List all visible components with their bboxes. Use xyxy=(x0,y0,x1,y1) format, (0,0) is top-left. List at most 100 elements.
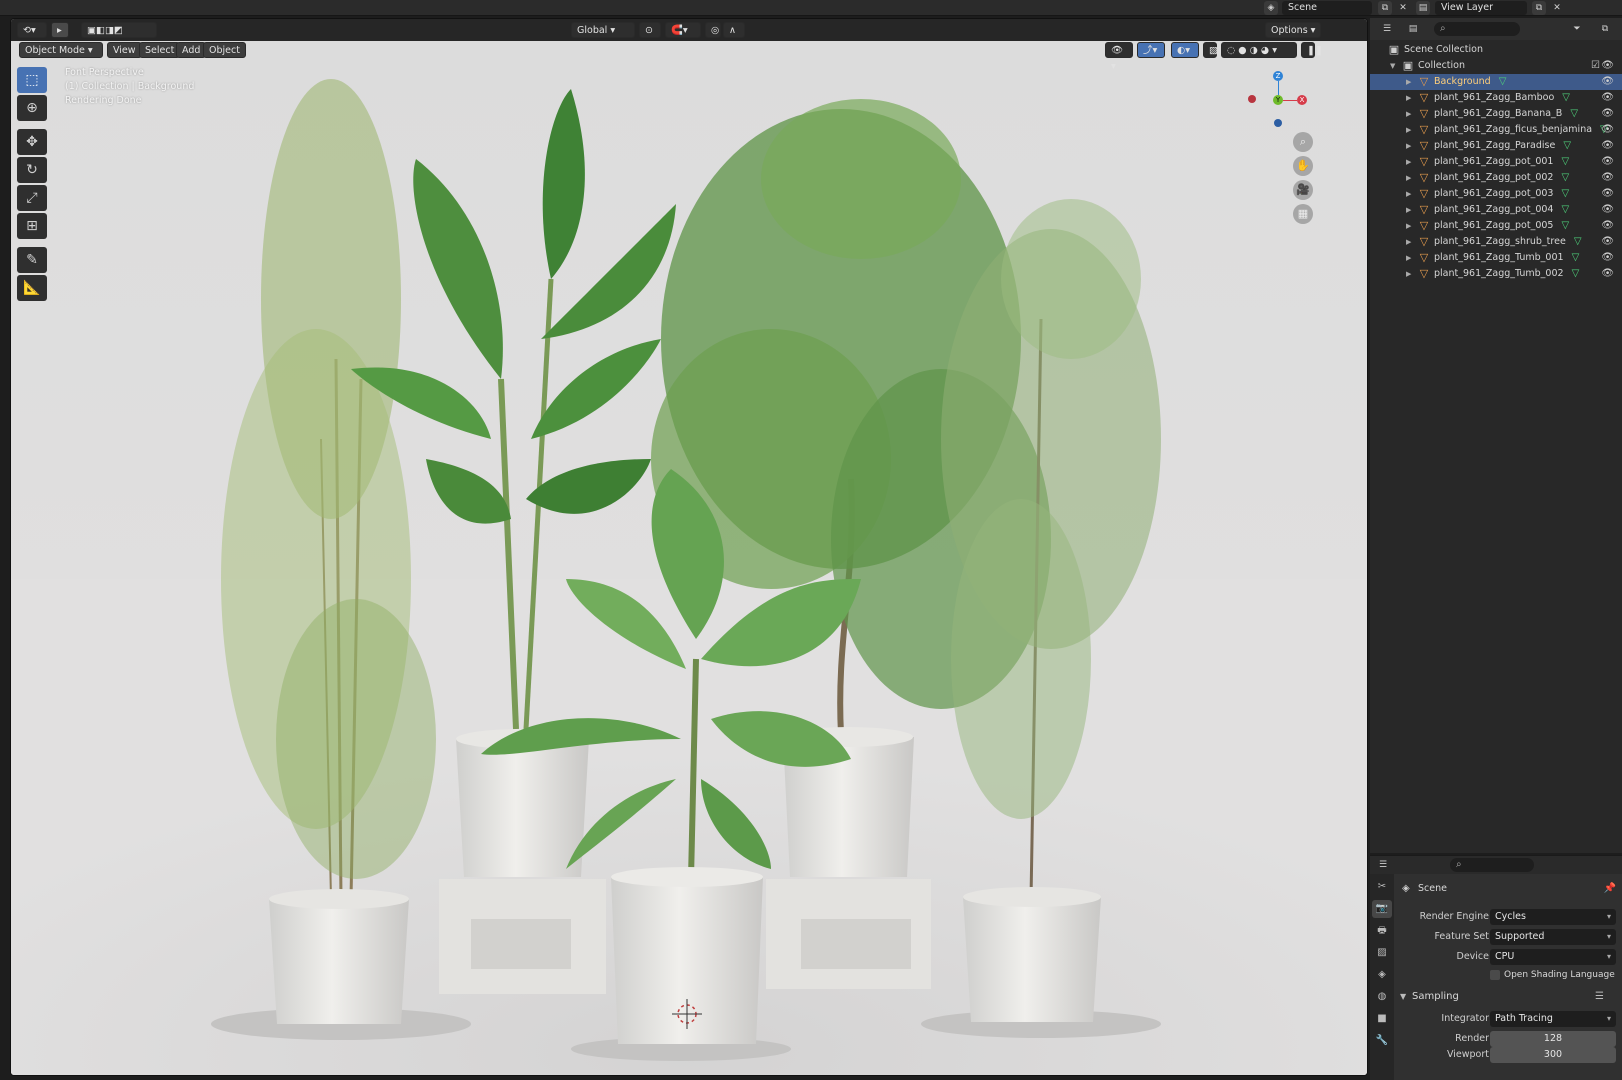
outliner-item[interactable]: ▶ ▽ plant_961_Zagg_Banana_B ▽ 👁 xyxy=(1370,106,1622,122)
3d-viewport[interactable]: ⟲▾ ▸ ▣◧◨◩ Global ▾ ⊙ 🧲▾ ◎ ∧ Options ▾ Ob… xyxy=(10,18,1368,1076)
outliner-search-input[interactable]: ⌕ xyxy=(1434,22,1520,36)
outliner-item[interactable]: ▶ ▽ plant_961_Zagg_pot_002 ▽ 👁 xyxy=(1370,170,1622,186)
visibility-eye-icon[interactable]: 👁 xyxy=(1601,90,1614,106)
pause-render-icon[interactable]: ❚❚ xyxy=(1301,42,1323,58)
rotate-tool-icon[interactable]: ↻ xyxy=(17,157,47,183)
zoom-icon[interactable]: ⌕ xyxy=(1293,132,1313,152)
visibility-eye-icon[interactable]: 👁 xyxy=(1601,170,1614,186)
snap-icon[interactable]: 🧲▾ xyxy=(665,22,701,38)
visibility-eye-icon[interactable]: 👁 xyxy=(1601,122,1614,138)
render-samples-field[interactable]: 128 xyxy=(1490,1031,1616,1047)
expand-arrow-icon[interactable]: ▶ xyxy=(1406,122,1414,138)
world-tab-icon[interactable]: ◍ xyxy=(1372,988,1392,1006)
mesh-data-icon[interactable]: ▽ xyxy=(1561,186,1569,202)
outliner-editor-icon[interactable]: ☰ xyxy=(1380,22,1394,36)
visibility-eye-icon[interactable]: 👁 xyxy=(1601,106,1614,122)
outliner-item[interactable]: ▶ ▽ plant_961_Zagg_shrub_tree ▽ 👁 xyxy=(1370,234,1622,250)
visibility-eye-icon[interactable]: 👁 xyxy=(1601,154,1614,170)
expand-arrow-icon[interactable]: ▶ xyxy=(1406,202,1414,218)
outliner-item[interactable]: ▶ ▽ Background ▽ 👁 xyxy=(1370,74,1622,90)
mesh-data-icon[interactable]: ▽ xyxy=(1572,250,1580,266)
outliner-item[interactable]: ▶ ▽ plant_961_Zagg_pot_003 ▽ 👁 xyxy=(1370,186,1622,202)
mesh-data-icon[interactable]: ▽ xyxy=(1561,170,1569,186)
scene-icon[interactable]: ◈ xyxy=(1264,1,1278,15)
render-engine-select[interactable]: Cycles ▾ xyxy=(1490,909,1616,925)
expand-arrow-icon[interactable]: ▶ xyxy=(1406,250,1414,266)
visibility-eye-icon[interactable]: 👁 xyxy=(1601,218,1614,234)
selection-mode-buttons[interactable]: ▣◧◨◩ xyxy=(81,22,157,38)
proportional-edit-icon[interactable]: ◎ xyxy=(705,22,721,38)
select-box-tool-icon[interactable]: ⬚ xyxy=(17,67,47,93)
mesh-data-icon[interactable]: ▽ xyxy=(1561,154,1569,170)
mesh-data-icon[interactable]: ▽ xyxy=(1563,138,1571,154)
move-tool-icon[interactable]: ✥ xyxy=(17,129,47,155)
select-box-icon[interactable]: ▸ xyxy=(51,22,69,38)
integrator-select[interactable]: Path Tracing ▾ xyxy=(1490,1011,1616,1027)
camera-view-icon[interactable]: 🎥 xyxy=(1293,180,1313,200)
delete-view-layer-icon[interactable]: ✕ xyxy=(1550,1,1564,15)
menu-view[interactable]: View xyxy=(107,42,142,58)
delete-scene-icon[interactable]: ✕ xyxy=(1396,1,1410,15)
transform-orientation-select[interactable]: Global ▾ xyxy=(571,22,635,38)
expand-arrow-icon[interactable]: ▶ xyxy=(1406,186,1414,202)
expand-arrow-icon[interactable]: ▶ xyxy=(1406,138,1414,154)
new-collection-icon[interactable]: ⧉ xyxy=(1598,22,1612,36)
mesh-data-icon[interactable]: ▽ xyxy=(1574,234,1582,250)
pan-hand-icon[interactable]: ✋ xyxy=(1293,156,1313,176)
visibility-eye-icon[interactable]: 👁 xyxy=(1601,202,1614,218)
expand-arrow-icon[interactable]: ▶ xyxy=(1406,266,1414,282)
pin-icon[interactable]: 📌 xyxy=(1604,880,1616,898)
mesh-data-icon[interactable]: ▽ xyxy=(1570,106,1578,122)
outliner-item[interactable]: ▶ ▽ plant_961_Zagg_ficus_benjamina ▽ 👁 xyxy=(1370,122,1622,138)
filter-icon[interactable]: ⏷ xyxy=(1570,22,1584,36)
visibility-eye-icon[interactable]: 👁 xyxy=(1601,266,1614,282)
overlay-toggle-icon[interactable]: ◐▾ xyxy=(1171,42,1199,58)
mesh-data-icon[interactable]: ▽ xyxy=(1572,266,1580,282)
object-mode-select[interactable]: Object Mode ▾ xyxy=(19,42,103,58)
axis-neg-x-icon[interactable] xyxy=(1248,95,1256,103)
new-view-layer-icon[interactable]: ⧉ xyxy=(1532,1,1546,15)
axis-z-icon[interactable]: Z xyxy=(1273,71,1283,81)
visibility-eye-icon[interactable]: 👁 xyxy=(1601,74,1614,90)
gizmo-toggle-icon[interactable]: ⤴▾ xyxy=(1137,42,1165,58)
measure-tool-icon[interactable]: 📐 xyxy=(17,275,47,301)
scale-tool-icon[interactable]: ⤢ xyxy=(17,185,47,211)
exclude-checkbox-icon[interactable]: ☑ xyxy=(1591,58,1600,74)
visibility-eye-icon[interactable]: 👁 xyxy=(1601,186,1614,202)
axis-neg-z-icon[interactable] xyxy=(1274,119,1282,127)
outliner-item[interactable]: ▶ ▽ plant_961_Zagg_pot_005 ▽ 👁 xyxy=(1370,218,1622,234)
scene-tab-icon[interactable]: ◈ xyxy=(1372,966,1392,984)
transform-tool-icon[interactable]: ⊞ xyxy=(17,213,47,239)
render-tab-icon[interactable]: 📷 xyxy=(1372,900,1392,918)
scene-selector[interactable]: Scene xyxy=(1282,1,1372,15)
mesh-data-icon[interactable]: ▽ xyxy=(1561,202,1569,218)
annotate-tool-icon[interactable]: ✎ xyxy=(17,247,47,273)
outliner-item[interactable]: ▶ ▽ plant_961_Zagg_Tumb_002 ▽ 👁 xyxy=(1370,266,1622,282)
object-tab-icon[interactable]: ■ xyxy=(1372,1010,1392,1028)
visibility-eye-icon[interactable]: 👁 xyxy=(1601,250,1614,266)
outliner-item[interactable]: ▶ ▽ plant_961_Zagg_Bamboo ▽ 👁 xyxy=(1370,90,1622,106)
expand-arrow-icon[interactable]: ▶ xyxy=(1406,234,1414,250)
visibility-eye-icon[interactable]: 👁 xyxy=(1601,138,1614,154)
properties-editor-icon[interactable]: ☰ xyxy=(1376,858,1390,872)
pivot-point-icon[interactable]: ⊙ xyxy=(639,22,661,38)
visibility-eye-icon[interactable]: 👁 xyxy=(1601,234,1614,250)
device-select[interactable]: CPU ▾ xyxy=(1490,949,1616,965)
osl-checkbox[interactable] xyxy=(1490,970,1500,980)
menu-add[interactable]: Add xyxy=(176,42,207,58)
outliner-item[interactable]: ▶ ▽ plant_961_Zagg_Tumb_001 ▽ 👁 xyxy=(1370,250,1622,266)
expand-arrow-icon[interactable]: ▶ xyxy=(1406,74,1414,90)
output-tab-icon[interactable]: 🖶 xyxy=(1372,922,1392,940)
options-menu[interactable]: Options ▾ xyxy=(1265,22,1322,38)
view-layer-tab-icon[interactable]: ▨ xyxy=(1372,944,1392,962)
menu-object[interactable]: Object xyxy=(203,42,246,58)
expand-arrow-icon[interactable]: ▶ xyxy=(1406,90,1414,106)
modifier-tab-icon[interactable]: 🔧 xyxy=(1372,1032,1392,1050)
axis-y-icon[interactable]: Y xyxy=(1273,95,1283,105)
viewport-samples-field[interactable]: 300 xyxy=(1490,1047,1616,1063)
cursor-tool-icon[interactable]: ⊕ xyxy=(17,95,47,121)
view-layer-selector[interactable]: View Layer xyxy=(1435,1,1527,15)
tool-tab-icon[interactable]: ✂ xyxy=(1372,878,1392,896)
mesh-data-icon[interactable]: ▽ xyxy=(1499,74,1507,90)
view-layer-icon[interactable]: ▤ xyxy=(1416,1,1430,15)
